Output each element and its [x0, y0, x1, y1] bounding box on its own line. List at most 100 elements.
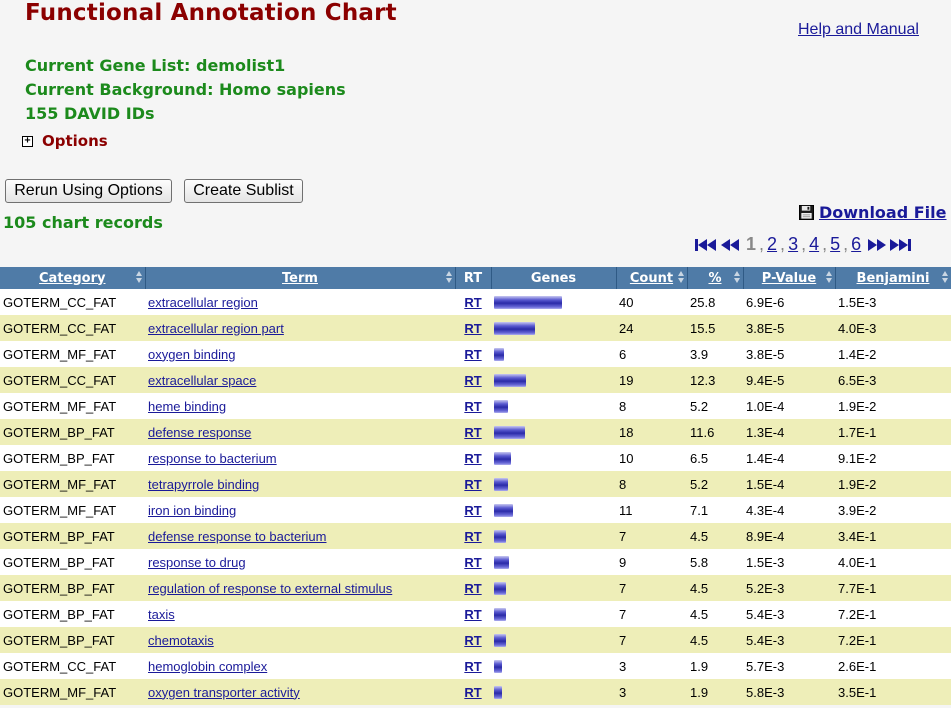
pvalue-cell: 5.7E-3 [743, 653, 835, 679]
term-link[interactable]: response to drug [148, 555, 246, 570]
create-sublist-button[interactable]: Create Sublist [184, 179, 303, 203]
genes-bar[interactable] [494, 373, 526, 387]
count-cell: 7 [616, 627, 687, 653]
options-toggle[interactable]: + Options [22, 132, 108, 150]
term-link[interactable]: oxygen transporter activity [148, 685, 300, 700]
genes-bar[interactable] [494, 347, 504, 361]
rt-cell: RT [455, 523, 491, 549]
rt-link[interactable]: RT [464, 529, 481, 544]
options-label[interactable]: Options [42, 132, 108, 150]
page-link-3[interactable]: 3 [788, 234, 798, 255]
sort-arrows-icon[interactable] [942, 271, 948, 283]
term-link[interactable]: defense response [148, 425, 251, 440]
benjamini-cell: 3.9E-2 [835, 497, 951, 523]
first-page-icon[interactable] [695, 237, 717, 253]
rt-link[interactable]: RT [464, 607, 481, 622]
term-cell: heme binding [145, 393, 455, 419]
current-gene-list: Current Gene List: demolist1 [25, 56, 286, 75]
genes-bar[interactable] [494, 659, 502, 673]
next-page-icon[interactable] [866, 237, 887, 253]
category-cell: GOTERM_CC_FAT [0, 653, 145, 679]
category-cell: GOTERM_BP_FAT [0, 549, 145, 575]
rt-cell: RT [455, 653, 491, 679]
genes-bar[interactable] [494, 607, 506, 621]
genes-bar[interactable] [494, 451, 511, 465]
column-header-percent[interactable]: % [687, 267, 744, 289]
rt-link[interactable]: RT [464, 425, 481, 440]
help-manual-link[interactable]: Help and Manual [798, 21, 919, 39]
genes-bar[interactable] [494, 529, 506, 543]
genes-bar[interactable] [494, 425, 525, 439]
term-link[interactable]: tetrapyrrole binding [148, 477, 259, 492]
rt-link[interactable]: RT [464, 321, 481, 336]
sort-arrows-icon[interactable] [826, 271, 832, 283]
current-page: 1 [746, 234, 757, 254]
column-header-term[interactable]: Term [145, 267, 456, 289]
rt-link[interactable]: RT [464, 555, 481, 570]
genes-bar[interactable] [494, 321, 535, 335]
rt-link[interactable]: RT [464, 399, 481, 414]
term-link[interactable]: taxis [148, 607, 175, 622]
percent-cell: 4.5 [687, 601, 743, 627]
rt-link[interactable]: RT [464, 451, 481, 466]
benjamini-cell: 4.0E-1 [835, 549, 951, 575]
rt-cell: RT [455, 601, 491, 627]
column-header-pvalue[interactable]: P-Value [743, 267, 836, 289]
page-link-5[interactable]: 5 [830, 234, 840, 255]
category-cell: GOTERM_MF_FAT [0, 679, 145, 705]
term-link[interactable]: regulation of response to external stimu… [148, 581, 392, 596]
sort-arrows-icon[interactable] [734, 271, 740, 283]
rt-link[interactable]: RT [464, 503, 481, 518]
term-link[interactable]: heme binding [148, 399, 226, 414]
percent-cell: 3.9 [687, 341, 743, 367]
page-link-2[interactable]: 2 [767, 234, 777, 255]
term-link[interactable]: hemoglobin complex [148, 659, 267, 674]
term-link[interactable]: iron ion binding [148, 503, 236, 518]
count-cell: 6 [616, 341, 687, 367]
sort-arrows-icon[interactable] [136, 271, 142, 283]
previous-page-icon[interactable] [721, 237, 741, 253]
percent-cell: 5.8 [687, 549, 743, 575]
genes-bar[interactable] [494, 685, 502, 699]
rt-link[interactable]: RT [464, 295, 481, 310]
genes-cell [491, 575, 616, 601]
genes-bar[interactable] [494, 633, 506, 647]
genes-bar[interactable] [494, 399, 508, 413]
page-link-4[interactable]: 4 [809, 234, 819, 255]
rt-link[interactable]: RT [464, 633, 481, 648]
column-header-count[interactable]: Count [616, 267, 688, 289]
genes-bar[interactable] [494, 477, 508, 491]
sort-arrows-icon[interactable] [446, 271, 452, 283]
genes-bar[interactable] [494, 555, 509, 569]
column-header-benjamini[interactable]: Benjamini [835, 267, 951, 289]
rt-link[interactable]: RT [464, 477, 481, 492]
term-link[interactable]: oxygen binding [148, 347, 235, 362]
rt-link[interactable]: RT [464, 581, 481, 596]
last-page-icon[interactable] [890, 237, 912, 253]
genes-cell [491, 601, 616, 627]
download-file[interactable]: Download File [799, 203, 947, 222]
rt-link[interactable]: RT [464, 685, 481, 700]
term-link[interactable]: extracellular region [148, 295, 258, 310]
term-link[interactable]: response to bacterium [148, 451, 277, 466]
rt-link[interactable]: RT [464, 347, 481, 362]
sort-arrows-icon[interactable] [678, 271, 684, 283]
genes-bar[interactable] [494, 295, 562, 309]
rt-link[interactable]: RT [464, 659, 481, 674]
download-file-link[interactable]: Download File [819, 203, 947, 222]
term-link[interactable]: chemotaxis [148, 633, 214, 648]
page-link-6[interactable]: 6 [851, 234, 861, 255]
table-row: GOTERM_BP_FAT chemotaxis RT 7 4.5 5.4E-3 7.2E-… [0, 627, 951, 653]
rt-link[interactable]: RT [464, 373, 481, 388]
column-header-category[interactable]: Category [0, 267, 146, 289]
term-cell: extracellular region part [145, 315, 455, 341]
term-link[interactable]: extracellular region part [148, 321, 284, 336]
genes-bar[interactable] [494, 581, 506, 595]
genes-bar[interactable] [494, 503, 513, 517]
rerun-using-options-button[interactable]: Rerun Using Options [5, 179, 172, 203]
term-link[interactable]: defense response to bacterium [148, 529, 327, 544]
term-link[interactable]: extracellular space [148, 373, 256, 388]
pvalue-cell: 5.4E-3 [743, 627, 835, 653]
expand-plus-icon[interactable]: + [22, 135, 33, 147]
pvalue-cell: 1.5E-4 [743, 471, 835, 497]
